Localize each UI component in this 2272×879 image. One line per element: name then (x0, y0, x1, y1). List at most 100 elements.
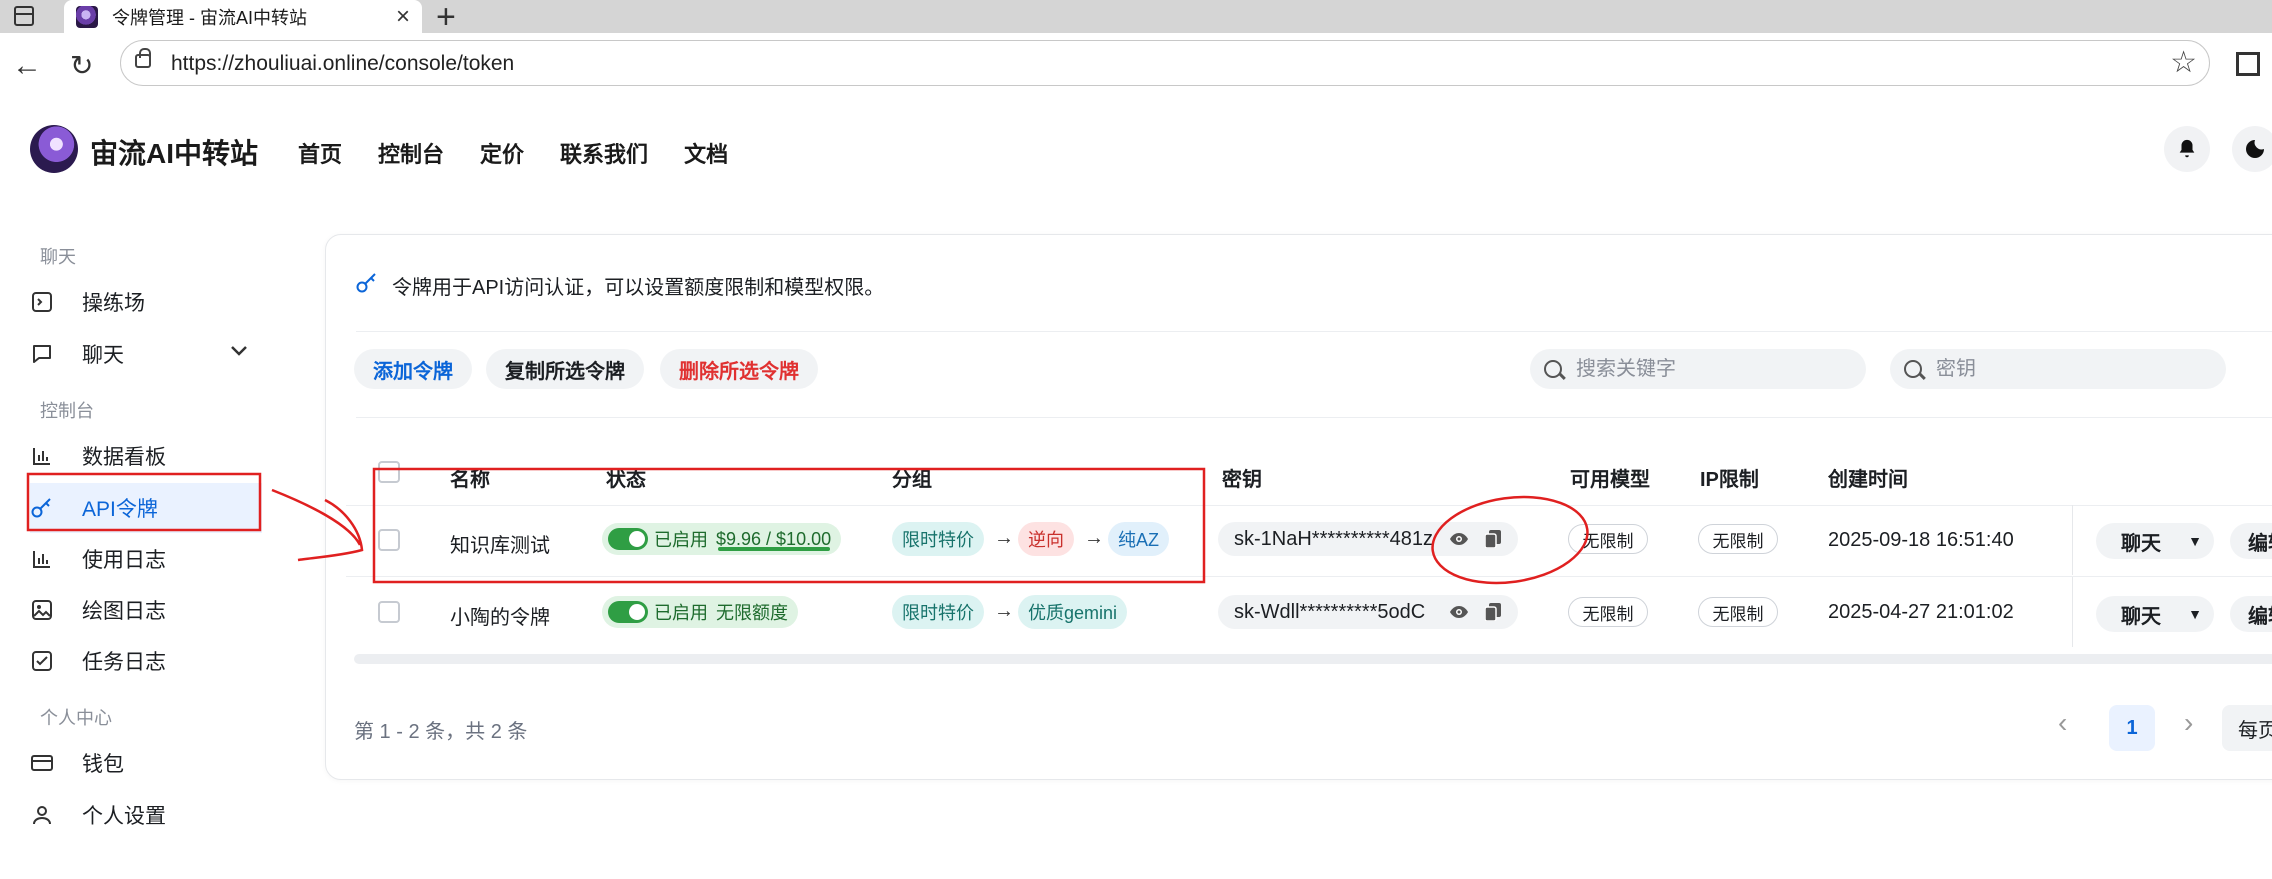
reload-icon[interactable]: ↻ (70, 51, 93, 81)
horizontal-scrollbar[interactable] (354, 654, 2272, 664)
sidebar-item-settings[interactable]: 个人设置 (30, 790, 262, 840)
user-icon (30, 803, 54, 827)
search-icon (1904, 360, 1922, 378)
playground-icon (30, 290, 54, 314)
ip-limit-tag: 无限制 (1698, 597, 1778, 627)
sidebar-item-label: 聊天 (82, 344, 124, 367)
top-nav: 首页 控制台 定价 联系我们 文档 (298, 137, 728, 169)
prev-page-icon[interactable]: ‹ (2058, 707, 2067, 739)
sidebar-item-drawing-log[interactable]: 绘图日志 (30, 585, 262, 635)
ip-limit-tag: 无限制 (1698, 524, 1778, 554)
page-size-select[interactable]: 每页 (2222, 705, 2272, 751)
nav-pricing[interactable]: 定价 (480, 137, 524, 169)
caret-down-icon[interactable]: ▼ (2188, 533, 2202, 549)
copy-icon[interactable] (1480, 526, 1506, 552)
eye-icon[interactable] (1446, 599, 1472, 625)
sidebar-item-label: 钱包 (82, 753, 124, 776)
notice: 令牌用于API访问认证，可以设置额度限制和模型权限。 (356, 271, 884, 300)
row-divider (346, 576, 2272, 577)
bar-chart-icon (30, 444, 54, 468)
token-name: 小陶的令牌 (450, 607, 550, 629)
key-icon (30, 496, 54, 520)
enable-toggle[interactable] (608, 528, 648, 550)
browser-tabbar: 令牌管理 - 宙流AI中转站 × + (0, 0, 2272, 36)
sidebar-toggle-icon[interactable] (14, 6, 34, 26)
sidebar-item-usage-log[interactable]: 使用日志 (30, 534, 262, 584)
token-card: 令牌用于API访问认证，可以设置额度限制和模型权限。 添加令牌 复制所选令牌 删… (325, 234, 2272, 780)
star-icon[interactable]: ☆ (2170, 46, 2197, 80)
sidebar-item-dashboard[interactable]: 数据看板 (30, 431, 262, 481)
divider (356, 417, 2272, 418)
row-divider (346, 505, 2272, 506)
delete-selected-button[interactable]: 删除所选令牌 (660, 349, 818, 389)
column-divider (2072, 505, 2073, 575)
sidebar-item-wallet[interactable]: 钱包 (30, 738, 262, 788)
key-search-input[interactable] (1936, 357, 2206, 381)
models-tag: 无限制 (1568, 524, 1648, 554)
url-field[interactable]: https://zhouliuai.online/console/token ☆ (120, 40, 2210, 86)
key-text: sk-1NaH**********481z (1234, 527, 1433, 550)
created-time: 2025-04-27 21:01:02 (1828, 601, 2014, 623)
copy-icon[interactable] (1480, 599, 1506, 625)
lock-icon[interactable] (135, 48, 151, 68)
group-tag: 限时特价 (892, 522, 984, 556)
column-header-name: 名称 (450, 469, 490, 491)
copy-selected-button[interactable]: 复制所选令牌 (486, 349, 644, 389)
url-text: https://zhouliuai.online/console/token (171, 52, 515, 75)
sidebar-group-personal: 个人中心 (40, 708, 112, 728)
back-icon[interactable]: ← (12, 51, 42, 81)
brand-name[interactable]: 宙流AI中转站 (90, 132, 258, 172)
row-checkbox[interactable] (378, 529, 400, 551)
column-header-group: 分组 (892, 469, 932, 491)
column-header-status: 状态 (606, 469, 646, 491)
status-text: 已启用 (654, 530, 708, 550)
column-header-ip-limit: IP限制 (1700, 469, 1759, 491)
sidebar-item-task-log[interactable]: 任务日志 (30, 636, 262, 686)
sidebar-item-playground[interactable]: 操练场 (30, 277, 262, 327)
select-all-checkbox[interactable] (378, 461, 400, 483)
nav-home[interactable]: 首页 (298, 137, 342, 169)
enable-toggle[interactable] (608, 601, 648, 623)
models-tag: 无限制 (1568, 597, 1648, 627)
caret-down-icon[interactable]: ▼ (2188, 606, 2202, 622)
sidebar-item-label: 数据看板 (82, 446, 166, 469)
nav-docs[interactable]: 文档 (684, 137, 728, 169)
divider (356, 331, 2272, 332)
sidebar-item-api-token[interactable]: API令牌 (30, 483, 262, 533)
key-icon (356, 272, 382, 300)
browser-tab[interactable]: 令牌管理 - 宙流AI中转站 × (64, 0, 422, 33)
sidebar-item-chat[interactable]: 聊天 (30, 329, 262, 379)
notice-text: 令牌用于API访问认证，可以设置额度限制和模型权限。 (392, 277, 885, 299)
column-header-key: 密钥 (1222, 469, 1262, 491)
pagination-summary: 第 1 - 2 条，共 2 条 (354, 721, 528, 743)
close-icon[interactable]: × (396, 3, 410, 31)
page-number[interactable]: 1 (2109, 705, 2155, 751)
status-text: 已启用 (654, 603, 708, 623)
chat-button[interactable]: 聊天 ▼ (2096, 596, 2214, 632)
arrow-right-icon: → (994, 600, 1014, 622)
nav-contact[interactable]: 联系我们 (560, 137, 648, 169)
next-page-icon[interactable]: › (2184, 707, 2193, 739)
edit-button[interactable]: 编辑 (2230, 523, 2272, 559)
row-checkbox[interactable] (378, 601, 400, 623)
bell-icon[interactable] (2164, 126, 2210, 172)
edit-button[interactable]: 编辑 (2230, 596, 2272, 632)
chevron-down-icon[interactable] (230, 341, 248, 362)
dark-mode-icon[interactable] (2232, 126, 2272, 172)
keyword-search[interactable] (1530, 349, 1866, 389)
key-field: sk-Wdll**********5odC (1218, 595, 1518, 629)
new-tab-icon[interactable]: + (436, 0, 456, 37)
chat-button[interactable]: 聊天 ▼ (2096, 523, 2214, 559)
favicon-icon (76, 5, 98, 28)
arrow-right-icon: → (994, 527, 1014, 549)
keyword-search-input[interactable] (1576, 357, 1846, 381)
eye-icon[interactable] (1446, 526, 1472, 552)
sidebar-item-label: 绘图日志 (82, 600, 166, 623)
add-token-button[interactable]: 添加令牌 (354, 349, 472, 389)
logo-icon[interactable] (30, 125, 78, 173)
qr-code-icon[interactable] (2236, 52, 2260, 76)
group-tag: 限时特价 (892, 595, 984, 629)
nav-console[interactable]: 控制台 (378, 137, 444, 169)
key-search[interactable] (1890, 349, 2226, 389)
chat-button-label: 聊天 (2121, 605, 2161, 628)
